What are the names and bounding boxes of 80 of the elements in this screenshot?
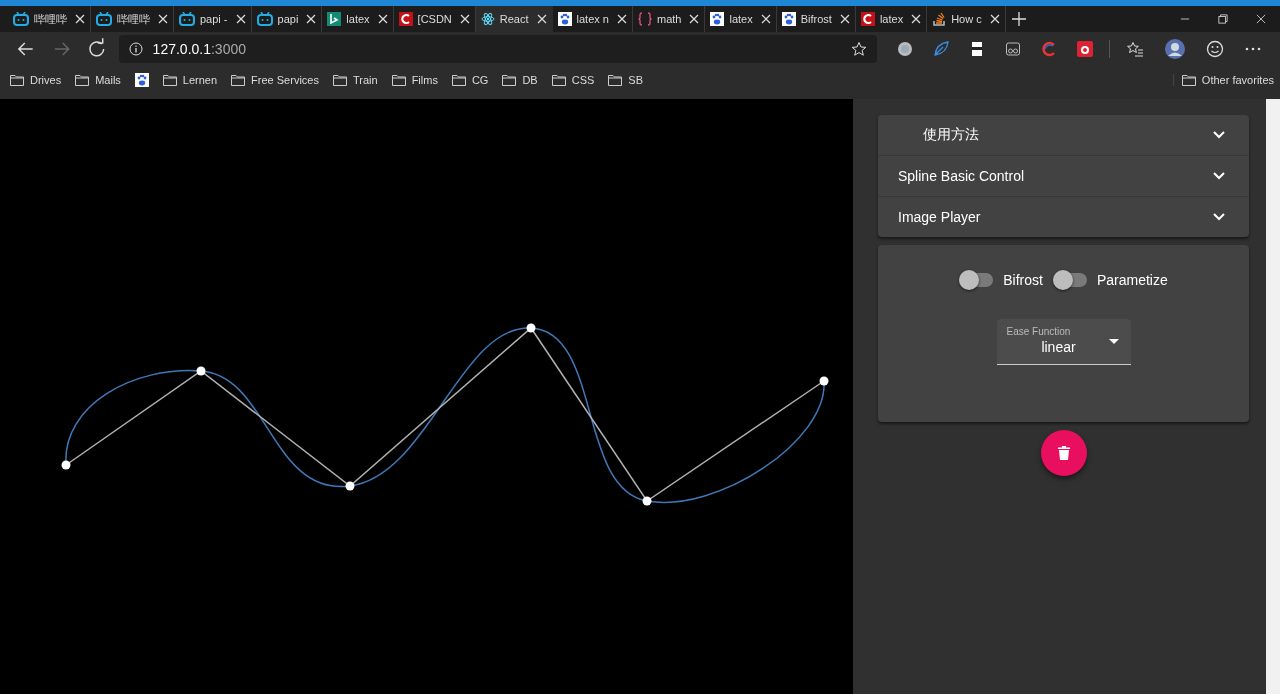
bookmark-folder[interactable]: CG (471, 73, 489, 86)
circle-icon[interactable] (897, 41, 913, 57)
close-icon[interactable] (989, 14, 1000, 24)
folder-icon (608, 73, 623, 86)
paw-icon (557, 12, 572, 26)
close-icon[interactable] (689, 14, 700, 24)
c-logo-icon (860, 12, 875, 26)
c-logo-icon[interactable] (1041, 41, 1057, 57)
close-icon[interactable] (235, 14, 246, 24)
folder-icon (75, 73, 90, 86)
select-label: Ease Function (1006, 326, 1071, 337)
close-icon[interactable] (760, 14, 771, 24)
leaf-icon[interactable] (933, 41, 949, 57)
bookmark-folder[interactable]: Free Services (251, 73, 319, 86)
b-logo-icon (327, 12, 342, 26)
tv-icon (96, 12, 112, 26)
close-icon[interactable] (536, 14, 547, 24)
glasses-icon[interactable] (1005, 41, 1021, 57)
paw-icon (710, 12, 725, 26)
bookmark-folder[interactable]: Drives (30, 73, 62, 86)
smiley-icon[interactable] (1206, 40, 1224, 58)
accordion-header[interactable]: Image Player (878, 196, 1249, 237)
bookmark-folder[interactable]: DB (522, 73, 538, 86)
chevron-icon (1213, 213, 1225, 221)
bookmark-folder[interactable]: Train (352, 73, 378, 86)
folder-icon (451, 73, 466, 86)
folder-icon (551, 73, 566, 86)
chevron-icon (1213, 172, 1225, 180)
new-tab-icon[interactable] (1011, 12, 1026, 26)
folder-icon (332, 73, 347, 86)
address-text: 127.0.0.1:3000 (152, 41, 248, 57)
bookmark-folder[interactable]: Mails (95, 73, 121, 86)
close-icon[interactable] (911, 14, 922, 24)
close-icon[interactable] (158, 14, 168, 24)
toggle-switch[interactable] (1052, 269, 1087, 291)
close-icon[interactable] (839, 14, 850, 24)
folder-icon (391, 73, 406, 86)
close-icon[interactable] (306, 14, 317, 24)
favorites-icon[interactable] (1126, 41, 1144, 57)
close-icon[interactable] (459, 14, 470, 24)
folder-icon (502, 73, 517, 86)
browser-tab[interactable]: React (475, 6, 553, 32)
avatar-icon[interactable] (1164, 38, 1186, 60)
braces-icon (638, 12, 652, 26)
star-icon[interactable] (851, 41, 867, 57)
close-icon[interactable] (377, 14, 388, 24)
bookmark-folder[interactable]: SB (628, 73, 643, 86)
delete-button[interactable] (1040, 430, 1087, 476)
bookmark-folder[interactable]: CSS (571, 73, 595, 86)
folder-icon (1181, 73, 1196, 86)
tv-icon (256, 12, 273, 26)
toggle-switch[interactable] (959, 269, 994, 291)
c-logo-icon (398, 12, 413, 26)
ease-function-select[interactable]: Ease Function linear (996, 319, 1131, 365)
atom-icon (480, 12, 495, 26)
address-bar[interactable]: 127.0.0.1:3000 (118, 35, 877, 63)
tv-icon (13, 12, 29, 26)
other-favorites[interactable]: Other favorites (1201, 73, 1274, 86)
paw-icon[interactable] (134, 72, 149, 87)
bookmark-folder[interactable]: Lernen (182, 73, 218, 86)
info-icon[interactable] (128, 42, 143, 56)
close-icon[interactable] (75, 14, 85, 24)
folder-icon (10, 73, 24, 86)
accordion-header[interactable]: 使用方法 (878, 115, 1249, 155)
accordion-header[interactable]: Spline Basic Control (878, 155, 1249, 196)
paw-icon (781, 12, 796, 26)
toggle-label: Bifrost (1003, 272, 1043, 288)
dropdown-caret-icon (1108, 339, 1119, 344)
tv-icon (179, 12, 195, 26)
more-icon[interactable] (1244, 46, 1262, 52)
stack-icon (932, 12, 947, 26)
chevron-icon (1213, 131, 1225, 139)
select-value: linear (1041, 339, 1076, 355)
bookmark-folder[interactable]: Films (411, 73, 438, 86)
close-icon[interactable] (617, 14, 627, 24)
scrollbar[interactable] (1266, 99, 1280, 694)
toggle-label: Parametize (1096, 272, 1168, 288)
folder-icon (231, 73, 246, 86)
trash-icon (1057, 446, 1070, 460)
folder-icon (162, 73, 177, 86)
